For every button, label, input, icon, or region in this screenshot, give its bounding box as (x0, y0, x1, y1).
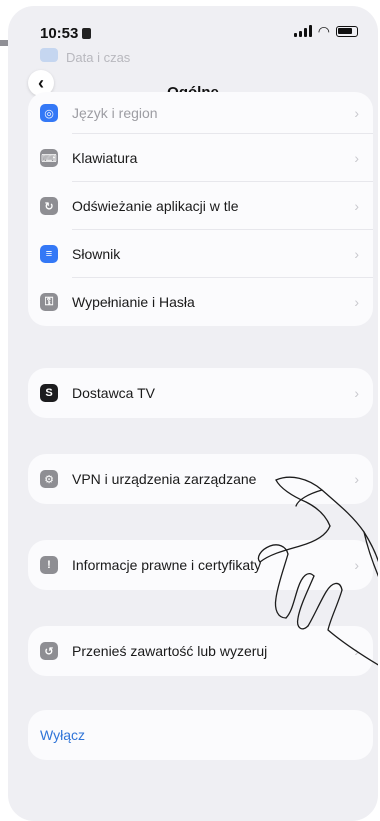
keyboard-icon: ⌨ (40, 149, 58, 167)
ghost-row-icon (40, 48, 58, 62)
chevron-right-icon: › (354, 105, 359, 121)
book-icon: ≡ (40, 245, 58, 263)
settings-row-dictionary[interactable]: ≡ Słownik › (28, 230, 373, 278)
status-time-text: 10:53 (40, 25, 79, 42)
settings-row-label: VPN i urządzenia zarządzane (72, 471, 257, 487)
shutdown-button[interactable]: Wyłącz (28, 710, 373, 760)
settings-group-tv: S Dostawca TV › (28, 368, 373, 418)
settings-group-vpn: ⚙ VPN i urządzenia zarządzane › (28, 454, 373, 504)
settings-row-label: Słownik (72, 246, 121, 262)
globe-icon: ◎ (40, 104, 58, 122)
chevron-right-icon: › (354, 385, 359, 401)
vpn-gear-icon: ⚙ (40, 470, 58, 488)
settings-row-label: Przenieś zawartość lub wyzeruj (72, 643, 268, 659)
settings-group-transfer-reset: ↺ Przenieś zawartość lub wyzeruj › (28, 626, 373, 676)
tv-provider-icon: S (40, 384, 58, 402)
settings-row-label: Odświeżanie aplikacji w tle (72, 198, 239, 214)
settings-row-keyboard[interactable]: ⌨ Klawiatura › (28, 134, 373, 182)
legal-info-icon: ! (40, 556, 58, 574)
key-icon: ⚿ (40, 293, 58, 311)
shutdown-label: Wyłącz (40, 727, 85, 743)
settings-row-language[interactable]: ◎ Język i region › (28, 92, 373, 134)
settings-group-general: ◎ Język i region › ⌨ Klawiatura › ↻ Odśw… (28, 92, 373, 326)
lock-icon (82, 28, 92, 39)
scrolled-ghost-row: Data i czas (66, 50, 131, 65)
status-time: 10:53 (40, 25, 92, 42)
status-bar: 10:53 ◠ (8, 6, 378, 62)
chevron-right-icon: › (354, 198, 359, 214)
settings-row-label: Klawiatura (72, 150, 138, 166)
chevron-right-icon: › (354, 643, 359, 659)
settings-row-vpn-device-management[interactable]: ⚙ VPN i urządzenia zarządzane › (28, 454, 373, 504)
settings-group-legal: ! Informacje prawne i certyfikaty › (28, 540, 373, 590)
battery-icon (336, 25, 358, 37)
status-indicators: ◠ (293, 23, 358, 39)
settings-row-legal-certificates[interactable]: ! Informacje prawne i certyfikaty › (28, 540, 373, 590)
settings-row-transfer-reset[interactable]: ↺ Przenieś zawartość lub wyzeruj › (28, 626, 373, 676)
chevron-right-icon: › (354, 294, 359, 310)
settings-row-tv-provider[interactable]: S Dostawca TV › (28, 368, 373, 418)
chevron-right-icon: › (354, 471, 359, 487)
settings-row-label: Informacje prawne i certyfikaty (72, 557, 262, 573)
settings-row-label: Język i region (72, 105, 158, 121)
cellular-signal-icon (293, 25, 312, 37)
chevron-right-icon: › (354, 150, 359, 166)
settings-row-label: Dostawca TV (72, 385, 155, 401)
settings-row-autofill-passwords[interactable]: ⚿ Wypełnianie i Hasła › (28, 278, 373, 326)
settings-row-label: Wypełnianie i Hasła (72, 294, 195, 310)
phone-screen: 10:53 ◠ Data i czas ‹ Ogólne ◎ Język i r… (8, 6, 378, 821)
chevron-right-icon: › (354, 557, 359, 573)
reset-icon: ↺ (40, 642, 58, 660)
settings-group-shutdown: Wyłącz (28, 710, 373, 760)
wifi-icon: ◠ (317, 23, 330, 39)
settings-row-background-refresh[interactable]: ↻ Odświeżanie aplikacji w tle › (28, 182, 373, 230)
chevron-right-icon: › (354, 246, 359, 262)
refresh-icon: ↻ (40, 197, 58, 215)
